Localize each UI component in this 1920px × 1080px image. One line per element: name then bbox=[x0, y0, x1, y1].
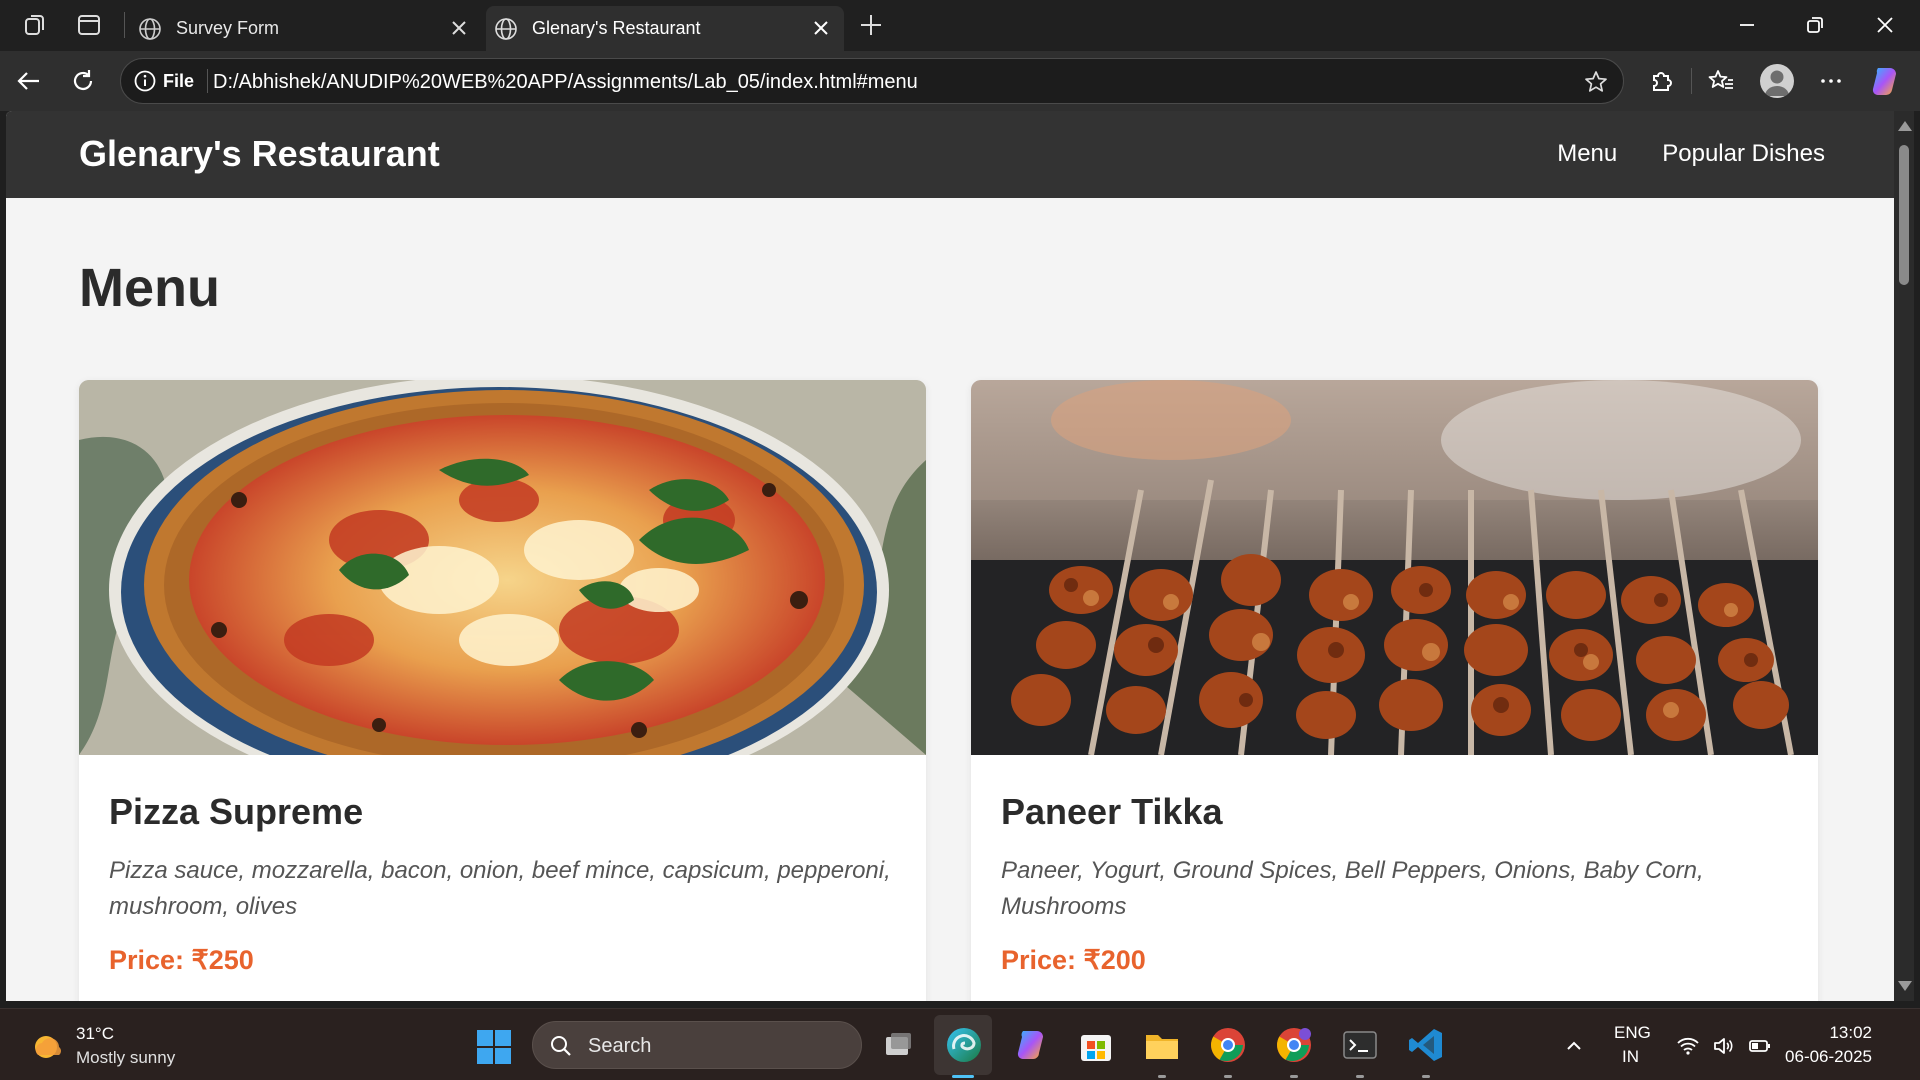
file-explorer-icon[interactable] bbox=[1142, 1025, 1182, 1065]
wifi-icon[interactable] bbox=[1676, 1034, 1700, 1058]
close-tab-icon[interactable] bbox=[812, 19, 830, 37]
dish-name: Pizza Supreme bbox=[109, 791, 364, 832]
page-scrollbar[interactable] bbox=[1894, 111, 1914, 1001]
tab-survey-form[interactable]: Survey Form bbox=[130, 6, 482, 51]
tab-title: Survey Form bbox=[176, 18, 280, 38]
copilot-icon[interactable] bbox=[1868, 64, 1902, 98]
edge-browser-icon[interactable] bbox=[944, 1025, 984, 1065]
nav-link-popular-dishes[interactable]: Popular Dishes bbox=[1662, 140, 1825, 168]
active-app-indicator bbox=[952, 1075, 974, 1078]
running-app-indicator bbox=[1422, 1075, 1430, 1078]
terminal-icon[interactable] bbox=[1340, 1025, 1380, 1065]
dish-description: Pizza sauce, mozzarella, bacon, onion, b… bbox=[109, 857, 891, 920]
url-text[interactable]: D:/Abhishek/ANUDIP%20WEB%20APP/Assignmen… bbox=[213, 71, 918, 94]
toolbar-separator bbox=[1691, 68, 1692, 94]
scroll-thumb[interactable] bbox=[1899, 145, 1909, 285]
running-app-indicator bbox=[1224, 1075, 1232, 1078]
favorites-icon[interactable] bbox=[1706, 66, 1736, 96]
scroll-down-arrow-icon[interactable] bbox=[1898, 981, 1912, 991]
taskbar-search[interactable]: Search bbox=[532, 1021, 862, 1069]
person-icon bbox=[1765, 70, 1789, 96]
close-window-icon[interactable] bbox=[1872, 12, 1898, 38]
microsoft-store-icon[interactable] bbox=[1076, 1025, 1116, 1065]
search-placeholder: Search bbox=[588, 1035, 652, 1057]
chrome-icon[interactable] bbox=[1208, 1025, 1248, 1065]
extensions-icon[interactable] bbox=[1646, 66, 1676, 96]
card-body: Pizza Supreme Pizza sauce, mozzarella, b… bbox=[79, 755, 926, 976]
dish-price: Price: ₹250 bbox=[109, 945, 254, 975]
more-options-icon[interactable] bbox=[1816, 66, 1846, 96]
menu-card: Paneer Tikka Paneer, Yogurt, Ground Spic… bbox=[971, 380, 1818, 1001]
running-app-indicator bbox=[1290, 1075, 1298, 1078]
language-indicator[interactable]: ENG bbox=[1614, 1023, 1651, 1043]
menu-card: Pizza Supreme Pizza sauce, mozzarella, b… bbox=[79, 380, 926, 1001]
tab-separator bbox=[124, 12, 125, 38]
site-nav: Menu Popular Dishes bbox=[1557, 140, 1825, 168]
paneer-tikka-photo bbox=[971, 380, 1818, 755]
nav-link-menu[interactable]: Menu bbox=[1557, 140, 1617, 168]
vscode-icon[interactable] bbox=[1406, 1025, 1446, 1065]
windows-start-icon[interactable] bbox=[476, 1029, 512, 1065]
scheme-label: File bbox=[163, 71, 195, 91]
clock-time[interactable]: 13:02 bbox=[1829, 1023, 1872, 1043]
scroll-up-arrow-icon[interactable] bbox=[1898, 121, 1912, 131]
site-header: Glenary's Restaurant Menu Popular Dishes bbox=[6, 111, 1894, 198]
back-arrow-icon[interactable] bbox=[14, 66, 44, 96]
tab-glenarys-restaurant[interactable]: Glenary's Restaurant bbox=[486, 6, 844, 51]
globe-icon bbox=[139, 17, 161, 40]
weather-temperature[interactable]: 31°C bbox=[76, 1024, 114, 1044]
volume-icon[interactable] bbox=[1712, 1034, 1736, 1058]
tab-title: Glenary's Restaurant bbox=[532, 18, 701, 38]
running-app-indicator bbox=[1356, 1075, 1364, 1078]
globe-icon bbox=[495, 17, 517, 40]
region-indicator[interactable]: IN bbox=[1622, 1047, 1639, 1067]
new-tab-icon[interactable] bbox=[858, 12, 884, 38]
profile-avatar[interactable] bbox=[1760, 64, 1794, 98]
restore-icon[interactable] bbox=[1802, 12, 1828, 38]
copilot-app-icon[interactable] bbox=[1010, 1025, 1050, 1065]
dish-name: Paneer Tikka bbox=[1001, 791, 1223, 832]
weather-condition[interactable]: Mostly sunny bbox=[76, 1048, 175, 1068]
site-info-icon[interactable] bbox=[133, 69, 157, 93]
pizza-photo bbox=[79, 380, 926, 755]
refresh-icon[interactable] bbox=[68, 66, 98, 96]
address-separator bbox=[207, 69, 208, 93]
chevron-up-icon[interactable] bbox=[1563, 1035, 1585, 1057]
close-tab-icon[interactable] bbox=[450, 19, 468, 37]
chrome-profile-icon[interactable] bbox=[1274, 1025, 1314, 1065]
sun-icon[interactable] bbox=[28, 1029, 64, 1065]
dish-price: Price: ₹200 bbox=[1001, 945, 1146, 975]
tab-actions-icon[interactable] bbox=[76, 12, 102, 38]
clock-date[interactable]: 06-06-2025 bbox=[1785, 1047, 1872, 1067]
card-body: Paneer Tikka Paneer, Yogurt, Ground Spic… bbox=[971, 755, 1818, 976]
dish-description: Paneer, Yogurt, Ground Spices, Bell Pepp… bbox=[1001, 857, 1704, 920]
workspaces-icon[interactable] bbox=[22, 12, 48, 38]
address-bar[interactable]: File D:/Abhishek/ANUDIP%20WEB%20APP/Assi… bbox=[120, 58, 1624, 104]
search-icon bbox=[551, 1036, 571, 1056]
page-viewport: Glenary's Restaurant Menu Popular Dishes… bbox=[6, 111, 1894, 1001]
task-view-icon[interactable] bbox=[878, 1025, 918, 1065]
running-app-indicator bbox=[1158, 1075, 1166, 1078]
site-brand[interactable]: Glenary's Restaurant bbox=[79, 133, 440, 175]
page-title: Menu bbox=[79, 258, 220, 318]
favorite-star-icon[interactable] bbox=[1583, 69, 1609, 95]
tab-strip: Survey Form Glenary's Restaurant bbox=[0, 0, 1920, 51]
browser-toolbar: File D:/Abhishek/ANUDIP%20WEB%20APP/Assi… bbox=[0, 51, 1920, 111]
battery-icon[interactable] bbox=[1748, 1034, 1772, 1058]
minimize-icon[interactable] bbox=[1734, 12, 1760, 38]
taskbar: 31°C Mostly sunny Search ENG IN 13:02 06… bbox=[0, 1008, 1920, 1080]
